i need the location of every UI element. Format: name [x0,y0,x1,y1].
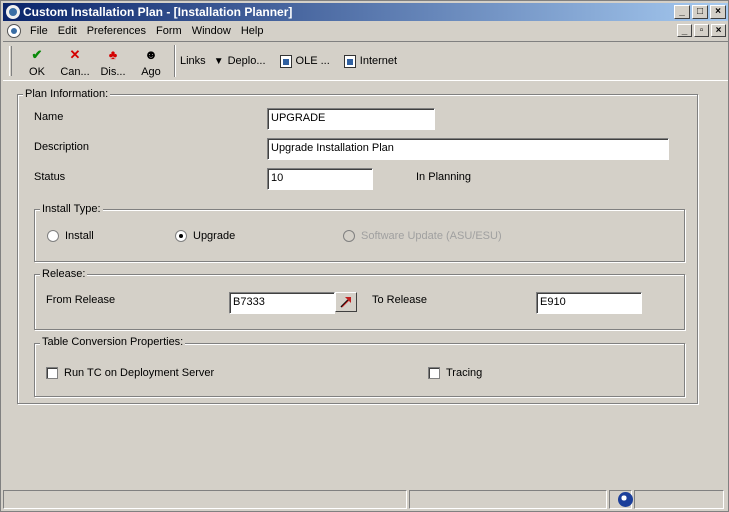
internet-icon [343,54,356,68]
toolbar-grip[interactable] [9,46,12,76]
plan-information-legend: Plan Information: [23,88,111,100]
tracing-checkbox[interactable]: Tracing [428,367,482,379]
display-icon: ♣ [108,47,118,62]
child-minimize-button[interactable]: _ [677,24,692,37]
install-radio-label: Install [65,230,94,242]
window-title: Custom Installation Plan - [Installation… [23,5,293,19]
child-close-button[interactable]: × [711,24,726,37]
status-field[interactable]: 10 [267,168,373,190]
description-field[interactable]: Upgrade Installation Plan [267,138,669,160]
upgrade-radio[interactable]: Upgrade [175,230,235,242]
visual-assist-button[interactable] [335,292,357,312]
menu-bar: File Edit Preferences Form Window Help _… [3,22,728,40]
display-button[interactable]: ♣ Dis... [94,43,132,79]
maximize-button[interactable]: □ [692,5,708,19]
menu-window[interactable]: Window [187,25,236,37]
from-release-field[interactable]: B7333 [229,292,335,314]
application-window: Custom Installation Plan - [Installation… [0,0,729,512]
app-icon [6,5,20,19]
agent-button[interactable]: ☻ Ago [132,43,170,79]
upgrade-radio-dot [175,230,187,242]
upgrade-radio-label: Upgrade [193,230,236,242]
internet-label: Internet [359,55,398,67]
display-label: Dis... [100,66,126,78]
cancel-label: Can... [60,66,90,78]
status-pane-globe [609,490,633,509]
name-label: Name [34,111,64,123]
menu-form[interactable]: Form [151,25,187,37]
software-update-radio-label: Software Update (ASU/ESU) [361,230,502,242]
status-pane-end [634,490,724,509]
status-label: Status [34,171,66,183]
window-controls: _ □ × [672,5,726,19]
deploy-link[interactable]: ▼ Deplo... [214,55,266,67]
visual-assist-icon [340,297,351,308]
document-icon[interactable] [7,24,21,38]
close-button[interactable]: × [710,5,726,19]
links-label: Links [180,55,206,67]
dropdown-arrow-icon: ▼ [213,55,224,67]
run-tc-checkbox[interactable]: Run TC on Deployment Server [46,367,214,379]
agent-icon: ☻ [144,47,158,62]
internet-link[interactable]: Internet [343,54,398,68]
tracing-label: Tracing [446,367,483,379]
menu-preferences[interactable]: Preferences [82,25,151,37]
toolbar: ✔ OK ✕ Can... ♣ Dis... ☻ Ago Links ▼ Dep… [3,41,728,81]
status-bar [3,490,728,511]
globe-icon [618,492,633,507]
ole-link[interactable]: OLE ... [279,54,330,68]
toolbar-separator [174,45,176,77]
ole-icon [279,54,292,68]
agent-label: Ago [141,66,161,78]
status-pane-secondary [409,490,607,509]
status-pane-main [3,490,407,509]
menu-edit[interactable]: Edit [53,25,82,37]
software-update-radio-dot [343,230,355,242]
child-restore-button[interactable]: ▫ [694,24,709,37]
to-release-field[interactable]: E910 [536,292,642,314]
name-field[interactable]: UPGRADE [267,108,435,130]
menu-file[interactable]: File [25,25,53,37]
to-release-label: To Release [372,294,428,306]
links-area: Links ▼ Deplo... OLE ... Internet [180,51,411,71]
run-tc-label: Run TC on Deployment Server [64,367,215,379]
cancel-x-icon: ✕ [69,47,81,62]
run-tc-checkbox-box [46,367,58,379]
from-release-label: From Release [46,294,116,306]
status-description: In Planning [416,171,472,183]
cancel-button[interactable]: ✕ Can... [56,43,94,79]
install-radio-dot [47,230,59,242]
minimize-button[interactable]: _ [674,5,690,19]
title-bar[interactable]: Custom Installation Plan - [Installation… [3,3,728,21]
description-label: Description [34,141,90,153]
tracing-checkbox-box [428,367,440,379]
child-window-controls: _ ▫ × [675,24,726,37]
checkmark-icon: ✔ [31,47,43,62]
deploy-label: Deplo... [227,55,266,67]
release-legend: Release: [40,268,88,280]
install-radio[interactable]: Install [47,230,94,242]
table-conversion-legend: Table Conversion Properties: [40,336,186,348]
ok-button[interactable]: ✔ OK [18,43,56,79]
menu-help[interactable]: Help [236,25,269,37]
software-update-radio: Software Update (ASU/ESU) [343,230,502,242]
install-type-legend: Install Type: [40,203,103,215]
ole-label: OLE ... [295,55,330,67]
ok-label: OK [29,66,45,78]
